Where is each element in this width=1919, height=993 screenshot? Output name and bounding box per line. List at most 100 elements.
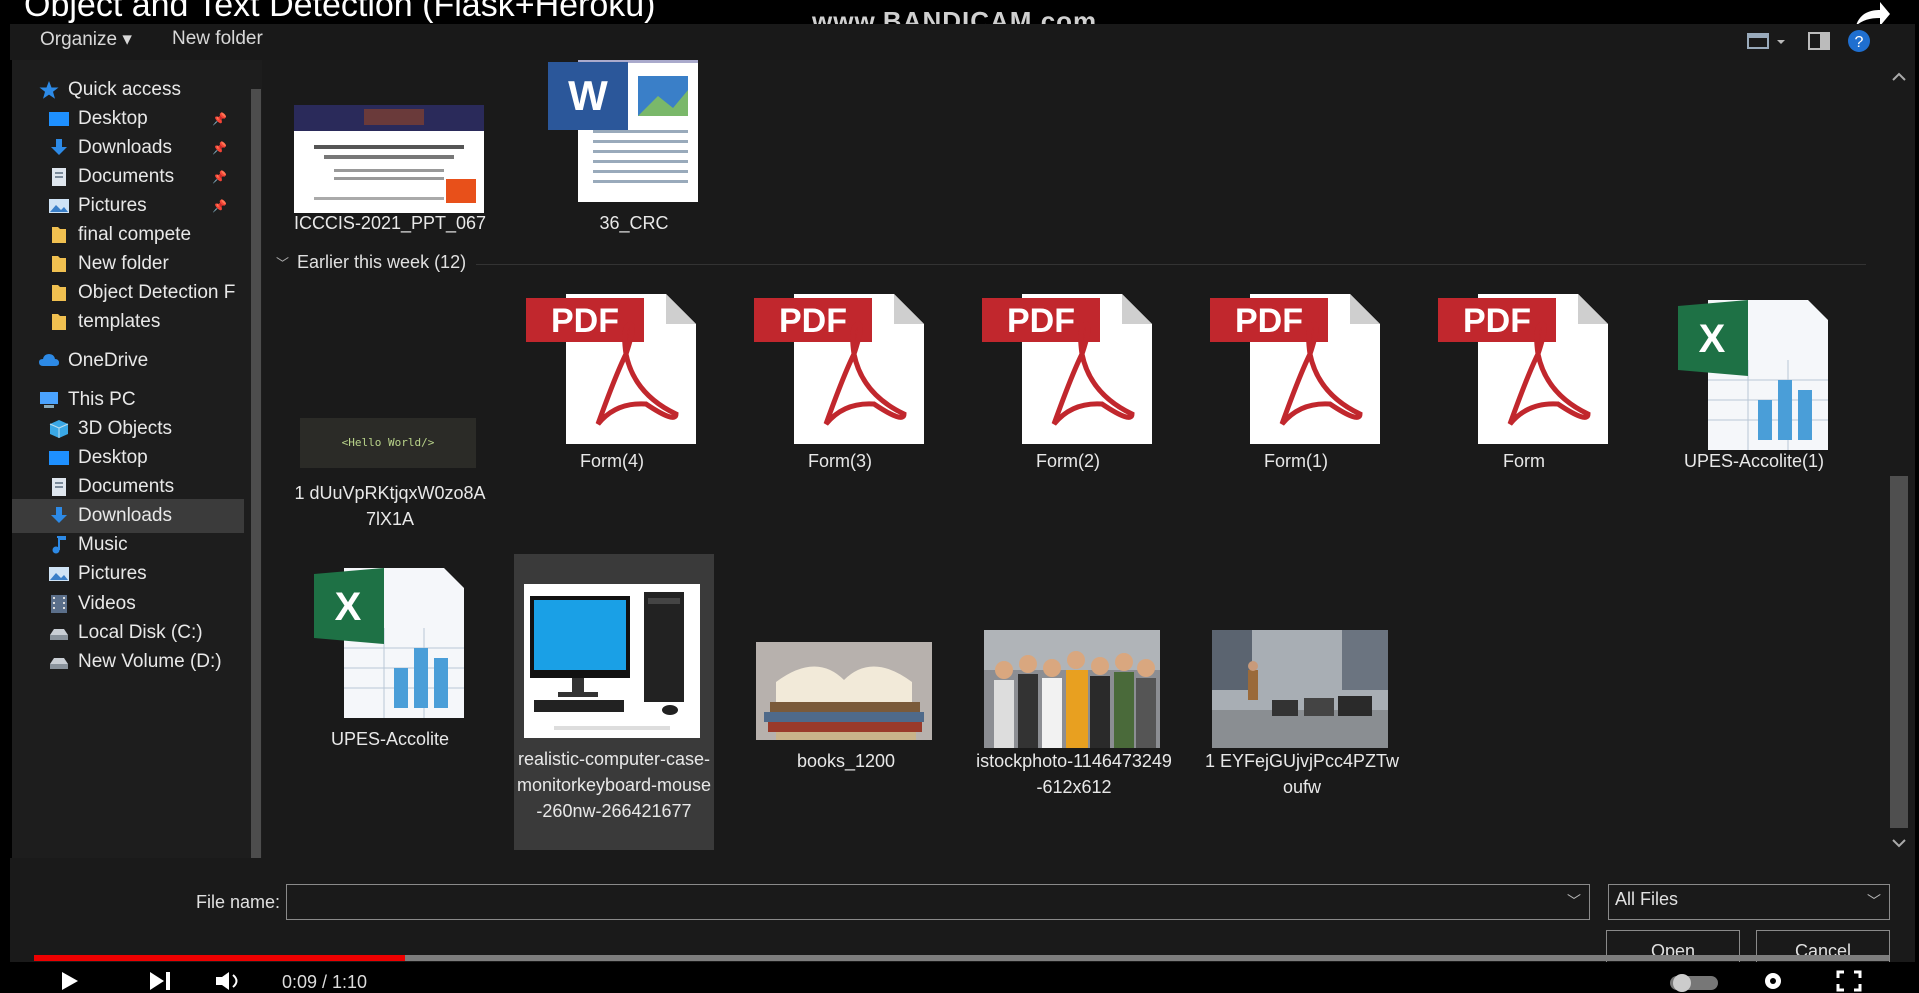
file-item-books[interactable]: books_1200 <box>746 556 946 771</box>
sidebar-item-label: This PC <box>68 389 136 410</box>
cube-icon <box>48 419 70 439</box>
pdf-document-icon: PDF <box>1210 294 1380 444</box>
file-item-hello-world[interactable]: <Hello World/> 1 dUuVpRKtjqxW0zo8A7lX1A <box>290 288 490 548</box>
file-item-upes-accolite-1[interactable]: X UPES-Accolite(1) <box>1654 288 1854 488</box>
sidebar-item-label: Local Disk (C:) <box>78 622 203 643</box>
pdf-document-icon: PDF <box>526 294 696 444</box>
video-title: Object and Text Detection (Flask+Heroku) <box>24 0 656 24</box>
documents-icon <box>48 167 70 187</box>
group-divider <box>476 264 1866 265</box>
download-arrow-icon <box>48 506 70 526</box>
documents-icon <box>48 477 70 497</box>
file-item-upes-accolite[interactable]: X UPES-Accolite <box>290 556 490 756</box>
chevron-down-icon[interactable]: ﹀ <box>1567 891 1581 911</box>
video-time: 0:09 / 1:10 <box>282 972 368 992</box>
file-name: Form(1) <box>1264 451 1328 471</box>
play-icon[interactable] <box>60 970 80 992</box>
computer-icon <box>38 390 60 410</box>
file-item-icccis[interactable]: ICCCIS-2021_PPT_067 <box>290 60 490 240</box>
cloud-icon <box>38 351 60 371</box>
file-item-form-1[interactable]: PDF Form(1) <box>1196 288 1396 488</box>
pictures-icon <box>48 564 70 584</box>
file-item-form-4[interactable]: PDF Form(4) <box>512 288 712 488</box>
sidebar-item-label: 3D Objects <box>78 418 172 439</box>
nav-scrollbar-thumb[interactable] <box>251 89 261 861</box>
settings-gear-icon[interactable] <box>1760 970 1786 992</box>
file-name: Form(2) <box>1036 451 1100 471</box>
star-icon <box>38 80 60 100</box>
pdf-badge-label: PDF <box>551 302 619 340</box>
view-options-icon[interactable] <box>1746 28 1772 54</box>
file-item-form[interactable]: PDF Form <box>1424 288 1624 488</box>
sidebar-item-label: Desktop <box>78 447 148 468</box>
file-item-form-2[interactable]: PDF Form(2) <box>968 288 1168 488</box>
pdf-document-icon: PDF <box>754 294 924 444</box>
group-photo-thumbnail <box>984 630 1160 748</box>
desktop-folder-icon <box>48 448 70 468</box>
pictures-icon <box>48 196 70 216</box>
volume-icon[interactable] <box>214 970 244 992</box>
sidebar-item-new-volume-d[interactable]: New Volume (D:) <box>12 645 244 679</box>
file-name: books_1200 <box>796 751 896 771</box>
sidebar-item-pictures[interactable]: Pictures <box>12 557 244 591</box>
sidebar-item-label: Desktop <box>78 108 148 129</box>
file-name-input[interactable]: ﹀ <box>286 884 1590 920</box>
scroll-up-icon[interactable] <box>1891 72 1907 82</box>
books-image-thumbnail <box>756 642 932 740</box>
dialog-toolbar: Organize ▾ New folder ? <box>10 24 1915 60</box>
scroll-down-icon[interactable] <box>1891 838 1907 848</box>
file-item-street-photo[interactable]: 1 EYFejGUjvjPcc4PZTwoufw <box>1202 556 1402 797</box>
group-header-label: Earlier this week (12) <box>297 252 467 272</box>
file-list: ICCCIS-2021_PPT_067 W 36_CRC ﹀ Earlier t… <box>262 60 1877 858</box>
group-header-earlier-this-week[interactable]: ﹀ Earlier this week (12) <box>276 252 466 273</box>
svg-text:X: X <box>1699 317 1726 361</box>
sidebar-item-label: Documents <box>78 476 175 497</box>
autoplay-toggle-icon[interactable] <box>1668 972 1720 992</box>
sidebar-item-label: Downloads <box>78 505 172 526</box>
sidebar-item-templates[interactable]: templates <box>12 305 244 339</box>
content-scrollbar[interactable] <box>1877 60 1915 858</box>
help-icon[interactable]: ? <box>1846 28 1872 54</box>
sidebar-item-label: New Volume (D:) <box>78 651 222 672</box>
pdf-badge-label: PDF <box>779 302 847 340</box>
fullscreen-icon[interactable] <box>1836 970 1862 992</box>
file-name: Form(3) <box>808 451 872 471</box>
file-type-select[interactable]: All Files ﹀ <box>1608 884 1890 920</box>
file-item-computer-image[interactable]: realistic-computer-case-monitorkeyboard-… <box>514 554 714 850</box>
chevron-down-icon[interactable]: ﹀ <box>1867 891 1881 911</box>
file-name: UPES-Accolite <box>330 729 450 749</box>
sidebar-item-onedrive[interactable]: OneDrive <box>12 344 244 378</box>
desktop-folder-icon <box>48 109 70 129</box>
svg-text:?: ? <box>1855 34 1864 51</box>
scrollbar-thumb[interactable] <box>1890 476 1908 828</box>
image-thumbnail: <Hello World/> <box>300 418 476 468</box>
pin-icon: 📌 <box>212 141 227 155</box>
thumbnail-text: <Hello World/> <box>341 436 435 449</box>
file-item-36-crc[interactable]: W 36_CRC <box>534 60 734 240</box>
organize-button[interactable]: Organize ▾ <box>40 28 132 51</box>
presentation-thumbnail-icon <box>294 105 484 213</box>
pdf-badge-label: PDF <box>1235 302 1303 340</box>
file-type-value: All Files <box>1615 889 1679 909</box>
sidebar-item-label: Downloads <box>78 137 172 158</box>
computer-image-thumbnail <box>524 584 700 738</box>
file-item-form-3[interactable]: PDF Form(3) <box>740 288 940 488</box>
file-name: Form <box>1503 451 1545 471</box>
preview-pane-icon[interactable] <box>1806 28 1832 54</box>
pdf-document-icon: PDF <box>982 294 1152 444</box>
chevron-down-icon[interactable] <box>1774 28 1788 54</box>
chevron-down-icon[interactable]: ﹀ <box>276 253 289 272</box>
pin-icon: 📌 <box>212 112 227 126</box>
video-progress-bar[interactable] <box>34 955 1889 961</box>
sidebar-item-label: Pictures <box>78 195 147 216</box>
pin-icon: 📌 <box>212 170 227 184</box>
excel-spreadsheet-icon: X <box>1678 300 1828 450</box>
new-folder-button[interactable]: New folder <box>172 28 263 50</box>
sidebar-item-label: Pictures <box>78 563 147 584</box>
next-icon[interactable] <box>148 970 172 992</box>
file-name: ICCCIS-2021_PPT_067 <box>293 213 487 233</box>
file-item-istockphoto[interactable]: istockphoto-1146473249-612x612 <box>974 556 1174 797</box>
svg-text:W: W <box>568 72 608 119</box>
music-note-icon <box>48 535 70 555</box>
folder-icon <box>48 283 70 303</box>
